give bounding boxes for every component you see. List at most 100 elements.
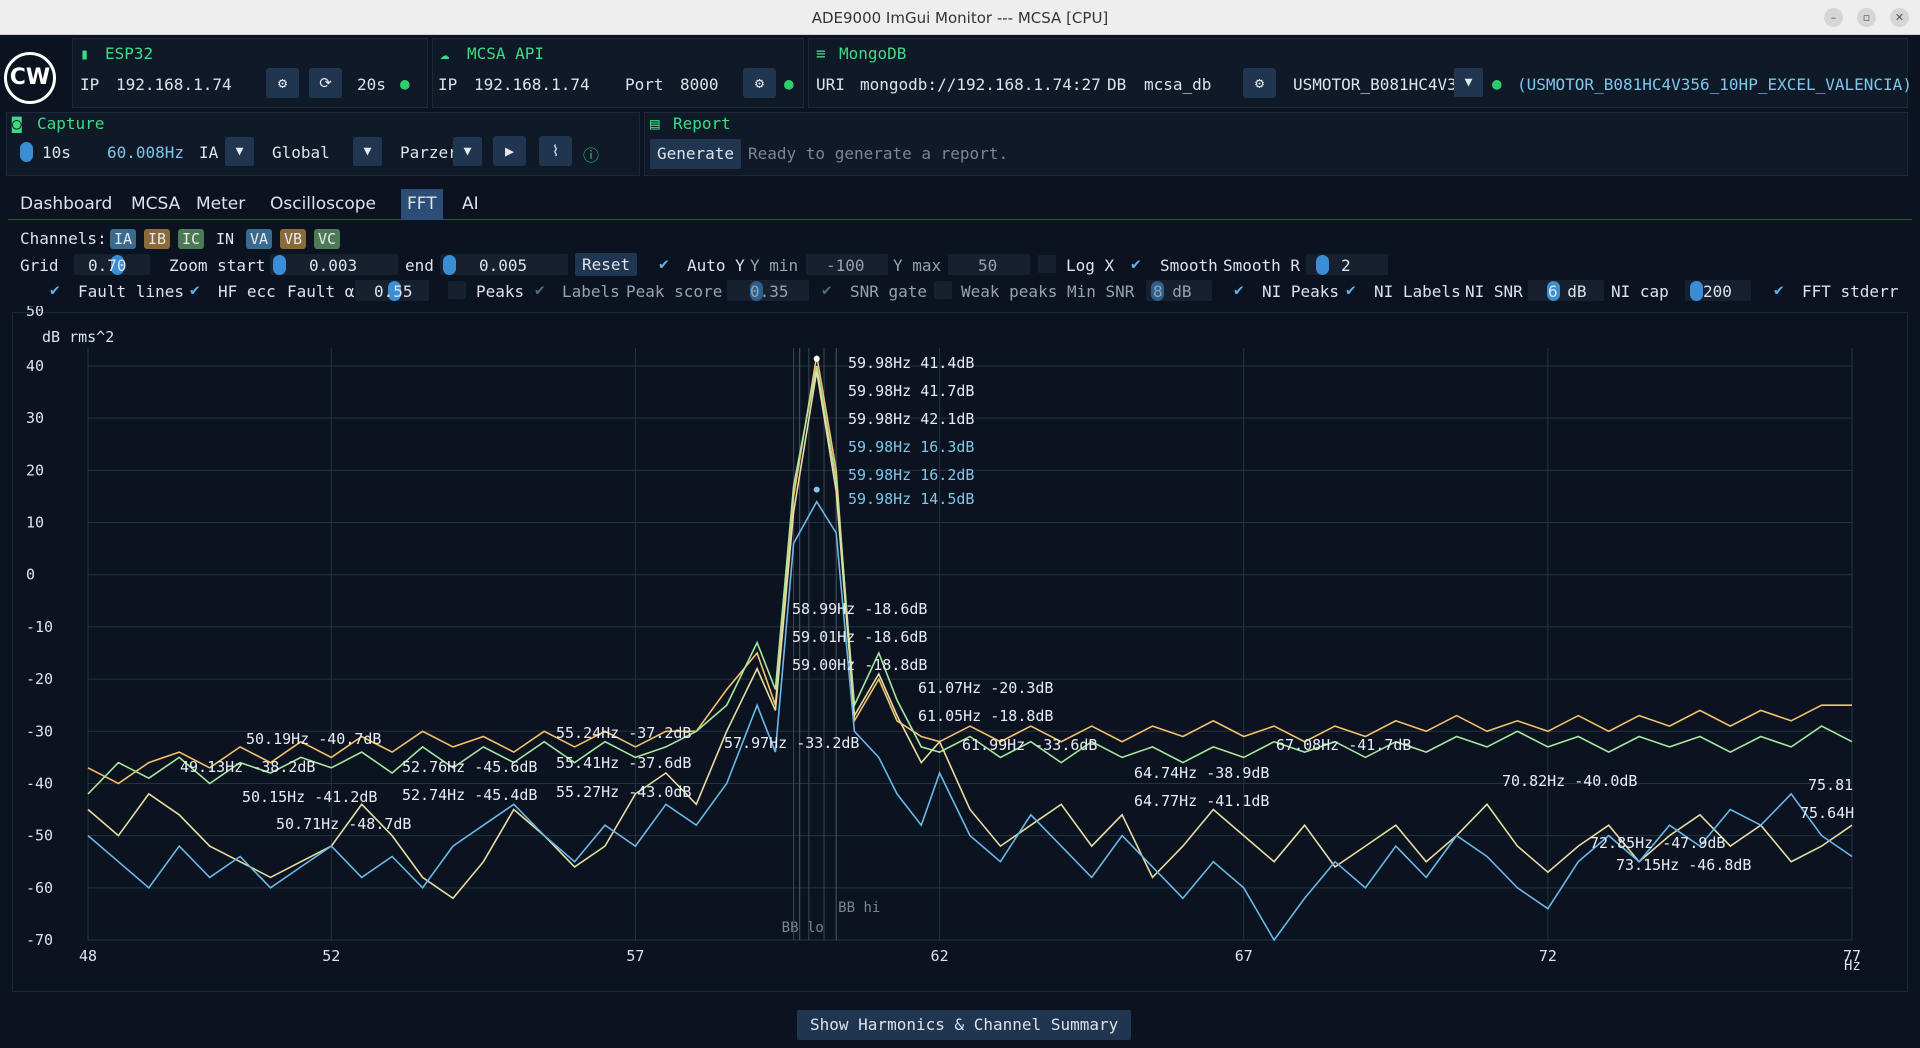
ni-peaks-checkbox[interactable]: ✔ <box>1234 280 1244 299</box>
weak-peaks-checkbox[interactable] <box>934 281 952 299</box>
channel-vb[interactable]: VB <box>280 229 307 249</box>
zoom-end-label: end <box>405 256 434 275</box>
peaks-checkbox[interactable] <box>448 281 466 299</box>
tab-oscilloscope[interactable]: Oscilloscope <box>264 189 382 219</box>
database-icon: ≡ <box>816 44 826 63</box>
minimize-icon[interactable]: – <box>1824 8 1843 27</box>
api-settings-button[interactable]: ⚙ <box>743 68 776 98</box>
band-line-label: BB hi <box>838 900 880 916</box>
chevron-down-icon[interactable]: ▼ <box>353 137 382 166</box>
x-tick-label: 62 <box>931 947 949 965</box>
labels-checkbox[interactable]: ✔ <box>535 280 545 299</box>
chevron-down-icon[interactable]: ▼ <box>1454 68 1483 97</box>
mongo-settings-button[interactable]: ⚙ <box>1243 68 1276 98</box>
peak-label: 61.07Hz -20.3dB <box>918 679 1053 697</box>
esp32-refresh-button[interactable]: ⟳ <box>309 68 342 98</box>
peak-score-label: Peak score <box>626 282 723 301</box>
ni-cap-slider-knob[interactable] <box>1690 281 1703 301</box>
peak-label: 59.01Hz -18.6dB <box>792 628 927 646</box>
auto-y-label: Auto Y <box>687 256 745 275</box>
peak-label: 75.81 <box>1808 776 1853 794</box>
capture-scope[interactable]: Global <box>272 143 330 162</box>
chart-button[interactable]: ⌇ <box>539 136 572 166</box>
peak-label: 67.08Hz -41.7dB <box>1276 736 1411 754</box>
esp32-settings-button[interactable]: ⚙ <box>266 68 299 98</box>
labels-label: Labels <box>562 282 620 301</box>
y-tick-label: -30 <box>26 722 53 740</box>
capture-frequency: 60.008Hz <box>107 143 185 162</box>
zoom-start-slider-knob[interactable] <box>273 255 286 275</box>
fft-plot[interactable]: 48 52 57 62 67 72 77-70-60-50-40-30-20-1001020… <box>12 306 1908 992</box>
channel-vc[interactable]: VC <box>314 229 341 249</box>
smooth-checkbox[interactable]: ✔ <box>1131 254 1141 273</box>
close-icon[interactable]: ✕ <box>1890 8 1909 27</box>
reset-button[interactable]: Reset <box>575 253 638 276</box>
zoom-start-label: Zoom start <box>169 256 266 275</box>
peak-label: 50.15Hz -41.2dB <box>242 788 377 806</box>
chevron-down-icon[interactable]: ▼ <box>225 137 254 166</box>
snr-gate-checkbox[interactable]: ✔ <box>822 280 832 299</box>
tab-ai[interactable]: AI <box>456 189 485 219</box>
channel-ib[interactable]: IB <box>144 229 171 249</box>
tab-underline <box>8 219 1912 220</box>
mongo-db[interactable]: mcsa_db <box>1144 75 1211 94</box>
tab-fft[interactable]: FFT <box>401 189 443 219</box>
min-snr-label: Min SNR <box>1067 282 1135 301</box>
y-tick-label: 30 <box>26 409 44 427</box>
peak-label: 50.71Hz -48.7dB <box>276 815 411 833</box>
smooth-r-label: Smooth R <box>1223 256 1301 275</box>
generate-report-button[interactable]: Generate <box>650 139 742 169</box>
chevron-down-icon[interactable]: ▼ <box>453 137 482 166</box>
tab-dashboard[interactable]: Dashboard <box>14 189 118 219</box>
ymax-label: Y max <box>893 256 942 275</box>
hf-ecc-checkbox[interactable]: ✔ <box>190 280 200 299</box>
y-tick-label: 10 <box>26 514 44 532</box>
tab-meter[interactable]: Meter <box>190 189 251 219</box>
peak-label: 59.98Hz 14.5dB <box>848 490 974 508</box>
esp32-title: ESP32 <box>105 44 154 63</box>
api-port: 8000 <box>680 75 719 94</box>
y-tick-label-partial: 50 <box>26 306 44 320</box>
peak-marker <box>813 486 820 493</box>
capture-duration[interactable]: 10s <box>42 143 71 162</box>
duration-slider-knob[interactable] <box>20 142 33 162</box>
ni-labels-checkbox[interactable]: ✔ <box>1346 280 1356 299</box>
gear-icon: ⚙ <box>277 74 288 92</box>
chart-icon: ⌇ <box>551 142 560 160</box>
esp32-ip-label: IP <box>80 75 100 94</box>
harmonics-summary-button[interactable]: Show Harmonics & Channel Summary <box>797 1010 1132 1040</box>
check-circle-icon: ● <box>400 74 410 93</box>
zoom-start-value: 0.003 <box>309 256 358 275</box>
window-title: ADE9000 ImGui Monitor --- MCSA [CPU] <box>811 9 1109 27</box>
fft-stderr-checkbox[interactable]: ✔ <box>1774 280 1784 299</box>
mongo-uri[interactable]: mongodb://192.168.1.74:270 <box>860 75 1100 94</box>
zoom-end-slider-knob[interactable] <box>443 255 456 275</box>
smooth-label: Smooth <box>1160 256 1218 275</box>
channel-in[interactable]: IN <box>212 229 238 249</box>
channel-va[interactable]: VA <box>246 229 273 249</box>
peaks-label: Peaks <box>476 282 525 301</box>
channels-label: Channels: <box>20 229 107 248</box>
tab-mcsa[interactable]: MCSA <box>125 189 186 219</box>
channel-ic[interactable]: IC <box>178 229 205 249</box>
device-select[interactable]: USMOTOR_B081HC4V35 <box>1293 75 1465 94</box>
capture-parser[interactable]: Parzer <box>400 143 458 162</box>
hf-ecc-label: HF ecc <box>218 282 276 301</box>
channel-ia[interactable]: IA <box>110 229 137 249</box>
document-icon: ▤ <box>650 114 660 133</box>
peak-label: 72.85Hz -47.9dB <box>1590 834 1725 852</box>
mongo-title: MongoDB <box>839 44 907 63</box>
info-icon[interactable]: ⓘ <box>583 142 599 166</box>
log-x-checkbox[interactable] <box>1038 255 1056 273</box>
mongo-db-label: DB <box>1107 75 1127 94</box>
auto-y-checkbox[interactable]: ✔ <box>659 254 669 273</box>
fault-lines-checkbox[interactable]: ✔ <box>50 280 60 299</box>
fault-alpha-value: 0.55 <box>374 282 413 301</box>
smooth-r-slider-knob[interactable] <box>1316 255 1329 275</box>
peak-score-value: 0.35 <box>750 282 789 301</box>
peak-label: 70.82Hz -40.0dB <box>1502 772 1637 790</box>
play-button[interactable]: ▶ <box>493 136 526 166</box>
maximize-icon[interactable]: ▫ <box>1857 8 1876 27</box>
capture-channel[interactable]: IA <box>199 143 218 162</box>
weak-peaks-label: Weak peaks <box>961 282 1058 301</box>
